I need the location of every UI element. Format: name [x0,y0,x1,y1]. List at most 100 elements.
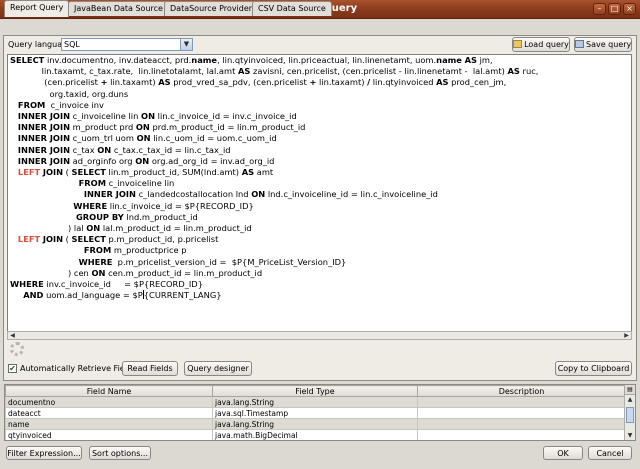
column-header-description[interactable]: Description [417,385,626,397]
sql-line[interactable]: INNER JOIN c_uom_trl uom ON lin.c_uom_id… [10,133,538,144]
sql-line[interactable]: INNER JOIN c_invoiceline lin ON lin.c_in… [10,111,538,122]
sql-line[interactable]: ) lal ON lal.m_product_id = lin.m_produc… [10,223,538,234]
scroll-thumb[interactable] [626,407,634,423]
ok-button[interactable]: OK [543,446,583,460]
query-designer-button[interactable]: Query designer [184,361,252,376]
sql-line[interactable]: SELECT inv.documentno, inv.dateacct, prd… [10,55,538,66]
table-vertical-scrollbar[interactable]: ▲ ▼ [624,395,635,440]
auto-retrieve-checkbox[interactable]: ✔ [8,364,17,373]
sql-text: c_tax.c_tax_id = lin.c_tax_id [111,144,231,155]
sql-line[interactable]: (cen.pricelist + lin.taxamt) AS prod_vre… [10,77,538,88]
sql-line[interactable]: ) cen ON cen.m_product_id = lin.m_produc… [10,268,538,279]
description-cell[interactable] [417,418,626,430]
tab-datasource-provider[interactable]: DataSource Provider [164,1,259,16]
sql-code[interactable]: SELECT inv.documentno, inv.dateacct, prd… [10,55,538,301]
sql-text: jm, [476,55,493,65]
description-cell[interactable] [417,396,626,408]
query-language-select[interactable]: SQL ▼ [61,38,193,51]
table-row[interactable]: dateacct java.sql.Timestamp [5,407,626,419]
sql-text: ) cen [10,267,92,278]
scroll-up-icon[interactable]: ▲ [625,395,635,404]
description-cell[interactable] [417,429,626,440]
sql-line[interactable]: INNER JOIN c_landedcostallocation lnd ON… [10,189,538,200]
sql-keyword: FROM [78,178,106,189]
sql-line[interactable]: lin.taxamt, c_tax.rate, lin.linetotalamt… [10,66,539,77]
sort-options-button[interactable]: Sort options... [89,446,151,460]
sql-line[interactable]: WHERE inv.c_invoice_id = $P{RECORD_ID} [10,279,538,290]
sql-line[interactable]: AND uom.ad_language = $P{CURRENT_LANG} [10,290,538,301]
table-row[interactable]: qtyinvoiced java.math.BigDecimal [5,429,626,440]
column-header-field-type[interactable]: Field Type [212,385,418,397]
cancel-button[interactable]: Cancel [588,446,632,460]
editor-horizontal-scrollbar[interactable]: ◀ ▶ [7,331,632,340]
field-type-cell[interactable]: java.lang.String [212,396,418,408]
folder-icon [513,40,523,48]
chevron-down-icon[interactable]: ▼ [180,39,192,50]
field-name-cell[interactable]: name [5,418,213,430]
table-row[interactable]: documentno java.lang.String [5,396,626,408]
scroll-down-icon[interactable]: ▼ [625,431,635,440]
sql-text: ruc, [519,66,539,77]
sql-line[interactable]: GROUP BY lnd.m_product_id [10,212,538,223]
sql-line[interactable]: FROM c_invoiceline lin [10,178,538,189]
sql-keyword: ON [97,144,112,155]
loading-spinner-icon [10,342,24,356]
read-fields-button[interactable]: Read Fields [122,361,178,376]
description-cell[interactable] [417,407,626,419]
sql-line[interactable]: INNER JOIN ad_orginfo org ON org.ad_org_… [10,156,538,167]
tab-report-query[interactable]: Report Query [4,0,70,17]
save-query-button[interactable]: Save query [574,37,632,52]
field-type-cell[interactable]: java.math.BigDecimal [212,429,418,440]
field-name-cell[interactable]: documentno [5,396,213,408]
sql-text: ) lal [10,223,87,234]
sql-line[interactable]: INNER JOIN m_product prd ON prd.m_produc… [10,122,538,133]
sql-line[interactable]: LEFT JOIN ( SELECT p.m_product_id, p.pri… [10,234,538,245]
sql-line[interactable]: org.taxid, org.duns [10,89,538,100]
close-icon[interactable]: × [623,3,636,15]
sql-text: prod_cen_jm, [448,77,507,88]
sql-editor[interactable]: SELECT inv.documentno, inv.dateacct, prd… [7,54,632,332]
sql-line[interactable]: FROM m_productprice p [10,245,538,256]
load-query-button[interactable]: Load query [512,37,570,52]
sql-text: prd.m_product_id = lin.m_product_id [149,122,306,133]
query-designer-label: Query designer [187,364,249,373]
scroll-right-icon[interactable]: ▶ [622,332,631,339]
sql-keyword: ON [141,111,156,122]
sql-line[interactable]: INNER JOIN c_tax ON c_tax.c_tax_id = lin… [10,145,538,156]
column-chooser-icon[interactable]: ▤ [624,385,635,395]
sql-line[interactable]: WHERE p.m_pricelist_version_id = $P{M_Pr… [10,257,538,268]
minimize-icon[interactable]: – [593,3,606,15]
sql-keyword: AS [464,55,477,65]
sql-keyword: AS [158,77,171,88]
copy-to-clipboard-button[interactable]: Copy to Clipboard [555,361,632,376]
field-name-cell[interactable]: qtyinvoiced [5,429,213,440]
field-type-cell[interactable]: java.sql.Timestamp [212,407,418,419]
sql-text: lal.m_product_id = lin.m_product_id [100,223,252,234]
tab-csv-data-source[interactable]: CSV Data Source [252,1,332,16]
scroll-left-icon[interactable]: ◀ [8,332,17,339]
sql-text: uom.ad_language = $P [43,290,143,301]
sql-line[interactable]: LEFT JOIN ( SELECT lin.m_product_id, SUM… [10,167,538,178]
sql-keyword: JOIN [42,167,64,178]
sql-text: lin.taxamt) [316,77,368,88]
sql-keyword: SELECT [71,234,106,245]
field-type-cell[interactable]: java.lang.String [212,418,418,430]
filter-expression-button[interactable]: Filter Expression... [6,446,82,460]
fields-table[interactable]: Field Name Field Type Description docume… [4,384,636,441]
sql-keyword: SELECT [71,167,106,178]
sql-text: lin.m_product_id, SUM(lnd.amt) [105,167,242,178]
sql-keyword: INNER JOIN [17,122,71,133]
sql-keyword: INNER JOIN [17,133,71,144]
column-header-field-name[interactable]: Field Name [5,385,213,397]
maximize-icon[interactable]: □ [608,3,621,15]
table-row[interactable]: name java.lang.String [5,418,626,430]
tab-javabean-data-source[interactable]: JavaBean Data Source [68,1,169,16]
field-name-cell[interactable]: dateacct [5,407,213,419]
sql-line[interactable]: FROM c_invoice inv [10,100,538,111]
sql-text: c_invoiceline lin [70,111,142,122]
sql-line[interactable]: WHERE lin.c_invoice_id = $P{RECORD_ID} [10,201,538,212]
